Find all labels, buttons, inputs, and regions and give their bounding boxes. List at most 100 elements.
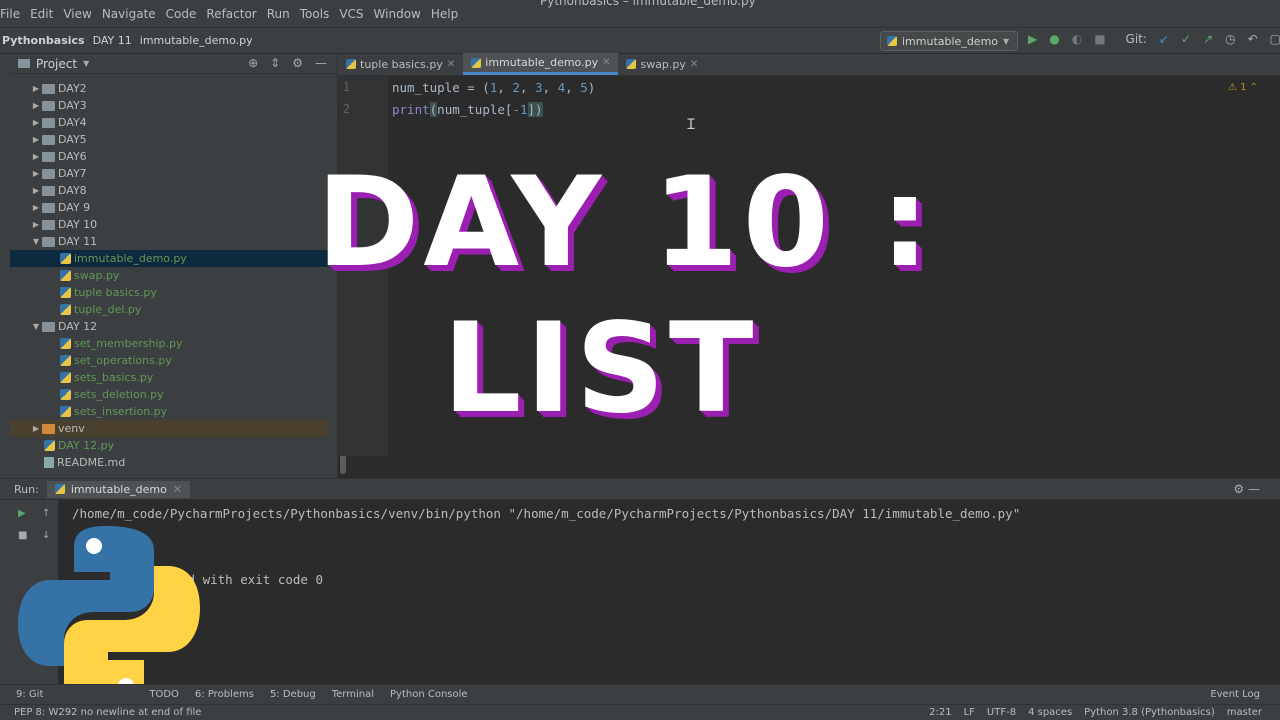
- tab-tuple-basics[interactable]: tuple basics.py ✕: [338, 53, 463, 75]
- up-icon[interactable]: ↑: [42, 508, 50, 519]
- file-encoding[interactable]: UTF-8: [987, 707, 1016, 718]
- chevron-right-icon[interactable]: ▶: [30, 101, 42, 110]
- minimize-icon[interactable]: —: [315, 56, 327, 70]
- tab-swap[interactable]: swap.py ✕: [618, 53, 706, 75]
- tool-window-bar: 9: Git TODO 6: Problems 5: Debug Termina…: [0, 684, 1280, 704]
- tree-item-label: README.md: [57, 456, 126, 469]
- code-token: ): [587, 80, 596, 95]
- debug-icon[interactable]: ●: [1049, 32, 1059, 46]
- python-file-icon: [346, 59, 356, 69]
- search-everywhere-icon[interactable]: ▢: [1270, 32, 1280, 46]
- tree-file[interactable]: README.md: [10, 454, 328, 471]
- caret-position[interactable]: 2:21: [929, 707, 951, 718]
- close-icon[interactable]: ✕: [602, 57, 610, 68]
- code-number: 2: [512, 80, 520, 95]
- folder-icon: [18, 59, 30, 68]
- run-label: Run:: [14, 482, 39, 496]
- python-file-icon: [471, 57, 482, 68]
- code-token: ]): [527, 102, 543, 117]
- menu-navigate[interactable]: Navigate: [102, 7, 156, 21]
- menu-window[interactable]: Window: [374, 7, 421, 21]
- run-icon[interactable]: ▶: [1028, 32, 1037, 46]
- chevron-right-icon[interactable]: ▶: [30, 118, 42, 127]
- menu-code[interactable]: Code: [166, 7, 197, 21]
- toolbar-actions: ▶ ● ◐ ■ Git: ↙ ✓ ↗ ◷ ↶ ▢: [1028, 32, 1280, 46]
- menu-help[interactable]: Help: [431, 7, 458, 21]
- tool-todo[interactable]: TODO: [149, 689, 179, 700]
- collapse-icon[interactable]: ⇕: [270, 56, 280, 70]
- code-number: 3: [535, 80, 543, 95]
- overlay-title-line2: LIST: [442, 297, 758, 441]
- python-file-icon: [54, 484, 65, 494]
- breadcrumb-folder[interactable]: DAY 11: [93, 34, 132, 47]
- menu-run[interactable]: Run: [267, 7, 290, 21]
- stop-icon[interactable]: ■: [1094, 32, 1105, 46]
- overlay-title-line1: DAY 10 :: [316, 151, 934, 295]
- menu-tools[interactable]: Tools: [300, 7, 330, 21]
- rerun-icon[interactable]: ▶: [18, 508, 26, 519]
- folder-icon: [42, 117, 55, 128]
- git-push-icon[interactable]: ↗: [1203, 32, 1213, 46]
- tool-problems[interactable]: 6: Problems: [195, 689, 254, 700]
- menu-edit[interactable]: Edit: [30, 7, 53, 21]
- tree-folder[interactable]: ▶ DAY4: [10, 114, 328, 131]
- tree-item-label: DAY5: [58, 133, 87, 146]
- menu-bar: File Edit View Navigate Code Refactor Ru…: [0, 0, 1280, 28]
- indent-setting[interactable]: 4 spaces: [1028, 707, 1072, 718]
- run-config-label: immutable_demo: [902, 34, 999, 48]
- chevron-right-icon[interactable]: ▶: [30, 135, 42, 144]
- python-logo-icon: [18, 526, 200, 706]
- code-line-2: print(num_tuple[-1]): [392, 102, 543, 117]
- event-log-button[interactable]: Event Log: [1210, 689, 1260, 700]
- status-message: PEP 8: W292 no newline at end of file: [14, 707, 202, 718]
- menu-vcs[interactable]: VCS: [339, 7, 363, 21]
- tool-python-console[interactable]: Python Console: [390, 689, 468, 700]
- tool-git[interactable]: 9: Git: [16, 689, 43, 700]
- code-builtin: print: [392, 102, 430, 117]
- menu-refactor[interactable]: Refactor: [206, 7, 256, 21]
- tree-folder[interactable]: ▶ DAY3: [10, 97, 328, 114]
- tree-folder[interactable]: ▶ DAY5: [10, 131, 328, 148]
- git-history-icon[interactable]: ◷: [1225, 32, 1235, 46]
- menu-file[interactable]: File: [0, 7, 20, 21]
- line-separator[interactable]: LF: [964, 707, 975, 718]
- breadcrumb-project[interactable]: Pythonbasics: [2, 34, 85, 47]
- inspection-widget[interactable]: ⚠ 1 ⌃: [1228, 82, 1258, 93]
- breadcrumb-file[interactable]: immutable_demo.py: [140, 34, 253, 47]
- tree-item-label: DAY3: [58, 99, 87, 112]
- run-console[interactable]: /home/m_code/PycharmProjects/Pythonbasic…: [58, 500, 1280, 684]
- video-title-overlay: DAY 10 : LIST: [0, 150, 1280, 442]
- project-panel-title[interactable]: Project: [36, 57, 77, 71]
- chevron-right-icon[interactable]: ▶: [30, 84, 42, 93]
- code-token: = (: [459, 80, 490, 95]
- git-branch[interactable]: master: [1227, 707, 1262, 718]
- menu-view[interactable]: View: [63, 7, 91, 21]
- rollback-icon[interactable]: ↶: [1248, 32, 1258, 46]
- python-file-icon: [626, 59, 637, 69]
- close-icon[interactable]: ✕: [690, 59, 698, 70]
- interpreter-selector[interactable]: Python 3.8 (Pythonbasics): [1084, 707, 1215, 718]
- close-icon[interactable]: ✕: [173, 483, 182, 496]
- folder-icon: [42, 134, 55, 145]
- run-config-select[interactable]: immutable_demo ▼: [880, 31, 1018, 51]
- navigation-bar: Pythonbasics DAY 11 immutable_demo.py im…: [0, 28, 1280, 54]
- git-commit-icon[interactable]: ✓: [1181, 32, 1191, 46]
- git-update-icon[interactable]: ↙: [1159, 32, 1169, 46]
- code-line-1: num_tuple = (1, 2, 3, 4, 5): [392, 80, 596, 95]
- gear-icon[interactable]: ⚙ —: [1233, 482, 1260, 496]
- code-var: num_tuple: [392, 80, 460, 95]
- coverage-icon[interactable]: ◐: [1072, 32, 1082, 46]
- code-number: 5: [580, 80, 588, 95]
- close-icon[interactable]: ✕: [447, 59, 455, 70]
- code-number: 4: [557, 80, 566, 95]
- tab-immutable-demo[interactable]: immutable_demo.py ✕: [463, 53, 619, 75]
- gear-icon[interactable]: ⚙: [292, 56, 303, 70]
- status-widgets: 2:21 LF UTF-8 4 spaces Python 3.8 (Pytho…: [929, 707, 1262, 718]
- tab-label: immutable_demo.py: [485, 56, 599, 69]
- run-tab[interactable]: immutable_demo ✕: [46, 480, 191, 498]
- tool-debug[interactable]: 5: Debug: [270, 689, 316, 700]
- status-bar: PEP 8: W292 no newline at end of file 2:…: [0, 704, 1280, 720]
- locate-icon[interactable]: ⊕: [248, 56, 258, 70]
- tool-terminal[interactable]: Terminal: [332, 689, 374, 700]
- tree-folder[interactable]: ▶ DAY2: [10, 80, 328, 97]
